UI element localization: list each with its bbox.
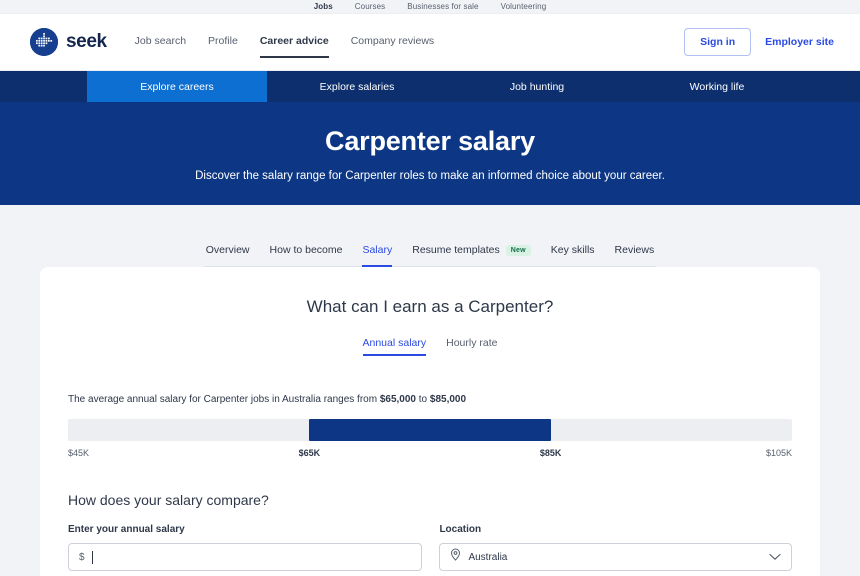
utility-link-businesses-for-sale[interactable]: Businesses for sale [407, 2, 478, 11]
tab-resume-templates[interactable]: Resume templates New [412, 244, 531, 266]
utility-link-jobs[interactable]: Jobs [314, 2, 333, 11]
brand-home-link[interactable]: seek [30, 28, 107, 56]
category-item-working-life[interactable]: Working life [627, 71, 807, 102]
main-nav: Job search Profile Career advice Company… [135, 35, 434, 58]
chevron-down-icon [769, 548, 781, 566]
salary-range-fill [309, 419, 551, 441]
category-nav-spacer [0, 71, 87, 102]
axis-label-max: $105K [765, 448, 792, 458]
hero-banner: Carpenter salary Discover the salary ran… [0, 102, 860, 205]
tab-salary[interactable]: Salary [362, 244, 393, 267]
utility-link-volunteering[interactable]: Volunteering [501, 2, 547, 11]
location-field-group: Location Australia [439, 524, 792, 571]
location-field-label: Location [439, 524, 482, 535]
seek-dot-matrix-logo-icon [30, 28, 58, 56]
salary-range-bar [68, 419, 792, 441]
compare-form: Enter your annual salary $ Location Aust… [68, 524, 792, 571]
tab-reviews[interactable]: Reviews [615, 244, 655, 266]
nav-item-profile[interactable]: Profile [208, 35, 238, 49]
axis-label-high: $85K [539, 448, 562, 458]
salary-input[interactable]: $ [68, 543, 423, 571]
nav-item-career-advice[interactable]: Career advice [259, 35, 329, 58]
axis-label-min: $45K [68, 448, 90, 458]
tab-how-to-become[interactable]: How to become [270, 244, 343, 266]
salary-range-axis: $45K $65K $85K $105K [68, 448, 792, 464]
site-header: seek Job search Profile Career advice Co… [0, 14, 860, 71]
category-nav: Explore careers Explore salaries Job hun… [0, 71, 860, 102]
tab-reviews-label: Reviews [614, 244, 655, 256]
header-actions: Sign in Employer site [684, 28, 834, 56]
range-summary: The average annual salary for Carpenter … [68, 394, 792, 405]
employer-site-link[interactable]: Employer site [765, 36, 834, 48]
sign-in-button[interactable]: Sign in [684, 28, 752, 56]
tab-overview[interactable]: Overview [206, 244, 250, 266]
salary-field-group: Enter your annual salary $ [68, 524, 423, 571]
range-summary-low: $65,000 [379, 394, 416, 405]
axis-label-low: $65K [298, 448, 321, 458]
tab-salary-label: Salary [362, 244, 393, 256]
page-title: Carpenter salary [325, 125, 535, 156]
unit-tabs: Annual salary Hourly rate [68, 337, 792, 356]
content-area: What can I earn as a Carpenter? Annual s… [0, 267, 860, 576]
card-title: What can I earn as a Carpenter? [306, 297, 554, 316]
map-pin-icon [450, 548, 461, 566]
salary-field-label: Enter your annual salary [68, 524, 185, 535]
nav-item-company-reviews[interactable]: Company reviews [351, 35, 434, 49]
status-badge-new: New [505, 244, 531, 256]
tab-hourly-rate[interactable]: Hourly rate [446, 337, 497, 356]
tab-annual-salary[interactable]: Annual salary [362, 337, 426, 356]
range-summary-text-between: to [416, 394, 430, 405]
range-summary-high: $85,000 [429, 394, 467, 405]
location-select[interactable]: Australia [439, 543, 792, 571]
tab-how-to-become-label: How to become [269, 244, 343, 256]
tab-key-skills-label: Key skills [550, 244, 595, 256]
utility-link-courses[interactable]: Courses [355, 2, 386, 11]
category-item-explore-careers[interactable]: Explore careers [87, 71, 267, 102]
salary-card: What can I earn as a Carpenter? Annual s… [40, 267, 820, 576]
page-subtitle: Discover the salary range for Carpenter … [195, 169, 665, 182]
tab-overview-label: Overview [205, 244, 250, 256]
range-summary-text-before: The average annual salary for Carpenter … [68, 394, 380, 405]
category-item-job-hunting[interactable]: Job hunting [447, 71, 627, 102]
utility-bar: Jobs Courses Businesses for sale Volunte… [0, 0, 860, 14]
location-select-value: Australia [468, 551, 508, 563]
tab-resume-templates-label: Resume templates [412, 244, 500, 256]
compare-section-title: How does your salary compare? [68, 492, 269, 508]
tab-key-skills[interactable]: Key skills [551, 244, 595, 266]
sub-nav: Overview How to become Salary Resume tem… [203, 244, 657, 267]
sub-nav-wrap: Overview How to become Salary Resume tem… [0, 205, 860, 267]
currency-prefix-icon: $ [79, 551, 85, 563]
text-caret [91, 550, 93, 564]
brand-name: seek [66, 31, 107, 52]
nav-item-job-search[interactable]: Job search [135, 35, 186, 49]
category-item-explore-salaries[interactable]: Explore salaries [267, 71, 447, 102]
